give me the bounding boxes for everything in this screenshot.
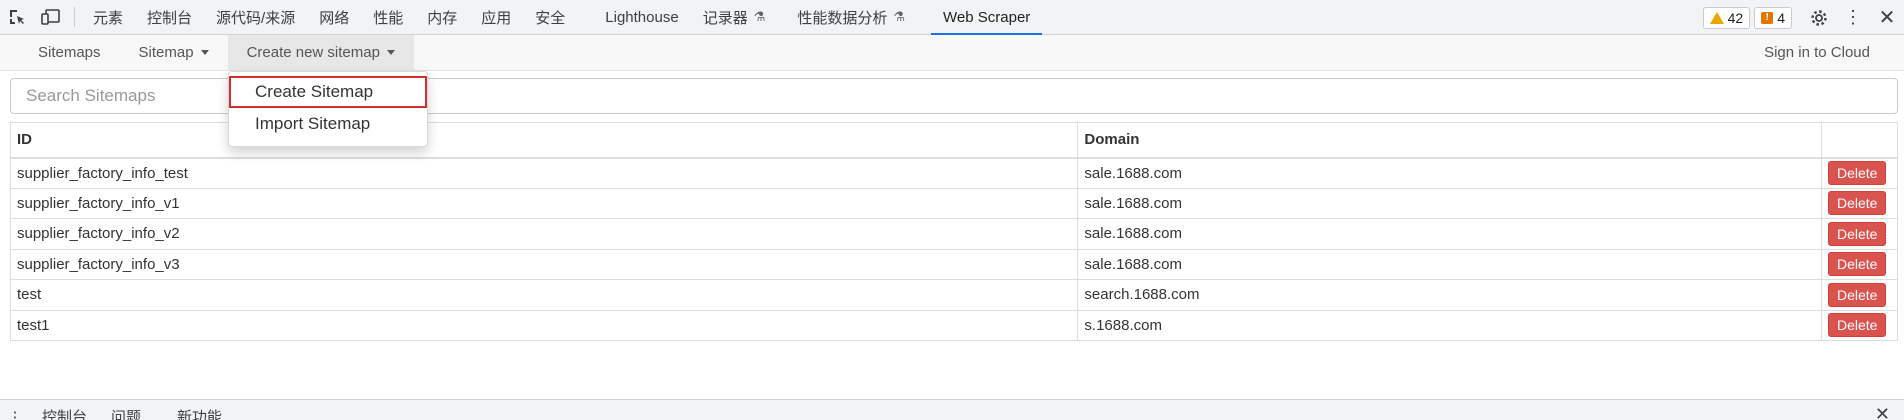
table-row[interactable]: supplier_factory_info_v3 sale.1688.com D… [9, 248, 1899, 280]
delete-button[interactable]: Delete [1827, 191, 1887, 216]
action-cell: Delete [1820, 157, 1899, 189]
device-toolbar-icon[interactable] [34, 0, 68, 35]
action-cell: Delete [1820, 279, 1899, 311]
tab-label: 内存 [427, 9, 458, 27]
toolbar-divider [74, 7, 75, 27]
nav-create-label: Create new sitemap [246, 44, 380, 61]
sitemap-id-cell[interactable]: test1 [9, 309, 1079, 341]
tab-label: 安全 [535, 9, 566, 27]
tab-web-scraper[interactable]: Web Scraper [931, 0, 1043, 35]
action-cell: Delete [1820, 248, 1899, 280]
sign-in-to-cloud-link[interactable]: Sign in to Cloud [1730, 35, 1904, 70]
experiment-flask-icon: ⚗ [893, 9, 906, 24]
delete-button[interactable]: Delete [1827, 313, 1887, 338]
action-cell: Delete [1820, 187, 1899, 219]
table-row[interactable]: test1 s.1688.com Delete [9, 309, 1899, 341]
tab-label: 控制台 [147, 9, 193, 27]
domain-column-header: Domain [1077, 122, 1822, 159]
domain-cell: sale.1688.com [1077, 218, 1822, 250]
table-row[interactable]: test search.1688.com Delete [9, 279, 1899, 311]
tab-network[interactable]: 网络 [307, 0, 361, 35]
inspect-element-icon[interactable] [0, 0, 34, 35]
drawer-menu-icon[interactable]: ⋮ [0, 408, 30, 420]
nav-sitemap-dropdown[interactable]: Sitemap [120, 35, 228, 70]
domain-cell: search.1688.com [1077, 279, 1822, 311]
id-column-header: ID [9, 122, 1079, 159]
tab-label: 记录器 [702, 9, 748, 27]
drawer-tabs: ⋮ 控制台 问题 新功能 [0, 406, 234, 420]
caret-down-icon [386, 50, 395, 55]
drawer-tab-issues[interactable]: 问题 [99, 406, 153, 420]
sitemap-id-cell[interactable]: supplier_factory_info_test [9, 157, 1079, 189]
devtools-drawer-bar: ⋮ 控制台 问题 新功能 ✕ [0, 399, 1904, 420]
delete-button[interactable]: Delete [1827, 252, 1887, 277]
domain-cell: sale.1688.com [1077, 157, 1822, 189]
drawer-tab-whats-new[interactable]: 新功能 [153, 406, 234, 420]
tab-label: Web Scraper [943, 8, 1031, 26]
sitemaps-table: ID Domain supplier_factory_info_test sal… [9, 122, 1899, 341]
delete-button[interactable]: Delete [1827, 161, 1887, 185]
tab-security[interactable]: 安全 [523, 0, 577, 35]
issues-badge[interactable]: ! 4 [1754, 6, 1792, 29]
create-sitemap-menu-item[interactable]: Create Sitemap [229, 76, 427, 108]
tab-console[interactable]: 控制台 [135, 0, 204, 35]
tab-label: 性能 [373, 9, 404, 27]
domain-cell: s.1688.com [1077, 309, 1822, 341]
tab-application[interactable]: 应用 [469, 0, 523, 35]
warning-icon [1709, 11, 1724, 24]
tab-elements[interactable]: 元素 [81, 0, 135, 35]
settings-gear-icon[interactable] [1802, 0, 1836, 35]
tab-label: Lighthouse [605, 8, 679, 26]
devtools-tab-bar: 元素 控制台 源代码/来源 网络 性能 内存 应用 安全 Lighthouse … [0, 0, 1904, 35]
drawer-tab-console[interactable]: 控制台 [30, 406, 99, 420]
create-sitemap-dropdown-menu: Create Sitemap Import Sitemap [228, 71, 428, 147]
search-placeholder: Search Sitemaps [26, 86, 156, 105]
tab-label: 网络 [319, 9, 350, 27]
tab-performance[interactable]: 性能 [361, 0, 415, 35]
action-cell: Delete [1820, 309, 1899, 341]
web-scraper-navbar: Sitemaps Sitemap Create new sitemap Sign… [0, 35, 1904, 71]
sitemap-id-cell[interactable]: supplier_factory_info_v1 [9, 187, 1079, 219]
table-row[interactable]: supplier_factory_info_test sale.1688.com… [9, 157, 1899, 189]
sitemap-id-cell[interactable]: test [9, 279, 1079, 311]
import-sitemap-label: Import Sitemap [255, 114, 371, 133]
tab-label: 元素 [93, 9, 124, 27]
action-cell: Delete [1820, 218, 1899, 250]
tab-lighthouse[interactable]: Lighthouse [577, 0, 690, 35]
import-sitemap-menu-item[interactable]: Import Sitemap [229, 108, 427, 140]
table-row[interactable]: supplier_factory_info_v1 sale.1688.com D… [9, 187, 1899, 219]
drawer-close-icon[interactable]: ✕ [1875, 404, 1890, 420]
nav-sitemaps-label: Sitemaps [38, 44, 101, 61]
domain-cell: sale.1688.com [1077, 248, 1822, 280]
tab-memory[interactable]: 内存 [415, 0, 469, 35]
devtools-right-toolbar: 42 ! 4 ⋮ ✕ [1702, 0, 1904, 35]
create-sitemap-label: Create Sitemap [255, 82, 374, 101]
tab-label: 源代码/来源 [216, 9, 296, 27]
close-icon[interactable]: ✕ [1870, 0, 1904, 35]
tab-label: 应用 [481, 9, 512, 27]
nav-sitemaps-link[interactable]: Sitemaps [0, 35, 120, 70]
sign-in-label: Sign in to Cloud [1764, 44, 1870, 61]
action-column-header [1820, 122, 1899, 159]
tab-performance-insights[interactable]: 性能数据分析 ⚗ [777, 0, 917, 35]
issues-count: 4 [1777, 9, 1785, 26]
caret-down-icon [200, 50, 209, 55]
sitemap-id-cell[interactable]: supplier_factory_info_v3 [9, 248, 1079, 280]
table-row[interactable]: supplier_factory_info_v2 sale.1688.com D… [9, 218, 1899, 250]
domain-cell: sale.1688.com [1077, 187, 1822, 219]
tab-sources[interactable]: 源代码/来源 [204, 0, 307, 35]
tab-label: 性能数据分析 [797, 9, 888, 27]
nav-sitemap-label: Sitemap [138, 44, 194, 61]
delete-button[interactable]: Delete [1827, 282, 1887, 307]
delete-button[interactable]: Delete [1827, 221, 1887, 246]
issue-icon: ! [1761, 11, 1774, 24]
tab-recorder[interactable]: 记录器 ⚗ [691, 0, 778, 35]
more-options-icon[interactable]: ⋮ [1836, 0, 1870, 35]
warnings-badge[interactable]: 42 [1702, 6, 1751, 29]
nav-create-new-sitemap-dropdown[interactable]: Create new sitemap [227, 35, 414, 70]
sitemap-id-cell[interactable]: supplier_factory_info_v2 [9, 218, 1079, 250]
warnings-count: 42 [1727, 9, 1744, 26]
experiment-flask-icon: ⚗ [753, 9, 766, 24]
